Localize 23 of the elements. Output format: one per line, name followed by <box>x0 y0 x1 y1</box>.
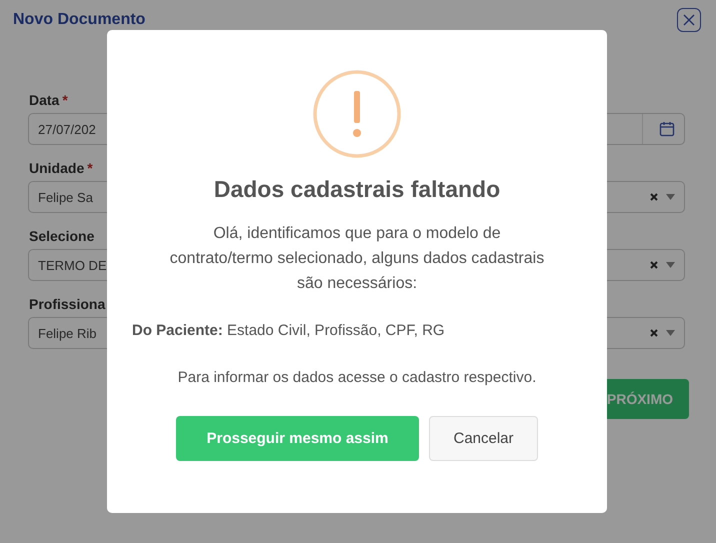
warning-icon <box>313 70 401 158</box>
dialog-hint: Para informar os dados acesse o cadastro respectivo. <box>178 369 536 386</box>
close-button[interactable] <box>677 8 701 32</box>
calendar-icon[interactable] <box>659 121 675 137</box>
missing-data-text: Do Paciente: Estado Civil, Profissão, CPF, RG <box>132 322 446 339</box>
dialog-title: Dados cadastrais faltando <box>214 176 500 203</box>
proceed-button[interactable]: Prosseguir mesmo assim <box>176 416 419 461</box>
close-icon[interactable] <box>683 14 695 26</box>
required-mark: * <box>87 160 93 176</box>
caret-icon[interactable] <box>666 330 675 336</box>
clear-icon[interactable] <box>650 261 658 269</box>
field-label: Data <box>29 92 60 108</box>
field-label: Profissiona <box>29 296 106 312</box>
clear-icon[interactable] <box>650 329 658 337</box>
field-label: Selecione <box>29 228 94 244</box>
window-title: Novo Documento <box>13 11 146 29</box>
field-label: Unidade <box>29 160 84 176</box>
cancel-button[interactable]: Cancelar <box>429 416 538 461</box>
caret-icon[interactable] <box>666 262 675 268</box>
caret-icon[interactable] <box>666 194 675 200</box>
required-mark: * <box>62 92 68 108</box>
clear-icon[interactable] <box>650 193 658 201</box>
dialog-message: Olá, identificamos que para o modelo de contrato/termo selecionado, alguns dados cadastrais são necessários: <box>170 224 544 294</box>
